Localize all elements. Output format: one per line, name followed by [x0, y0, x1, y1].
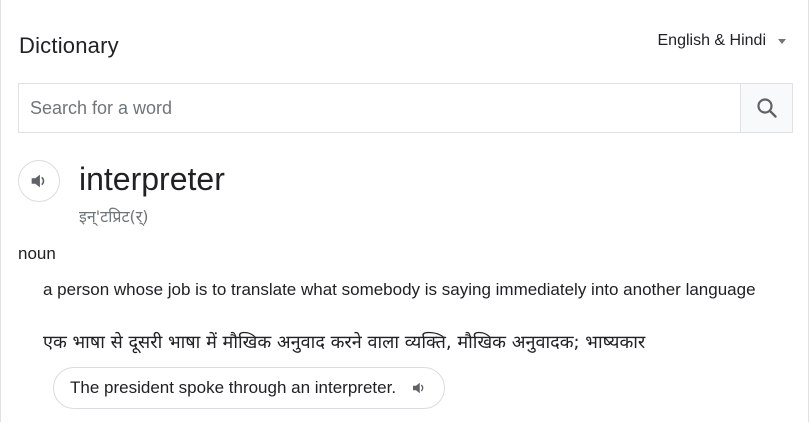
language-selector[interactable]: English & Hindi	[657, 32, 786, 50]
example-sentence: The president spoke through an interpret…	[70, 378, 397, 397]
search-input[interactable]	[19, 84, 740, 132]
headword: interpreter	[79, 161, 225, 197]
search-box	[18, 83, 793, 133]
dictionary-title: Dictionary	[19, 33, 119, 58]
example-sentence-bubble: The president spoke through an interpret…	[53, 367, 446, 409]
phonetic-spelling: इन्'टप्रिट(र्)	[79, 207, 149, 226]
search-icon	[756, 98, 777, 118]
example-pronounce-button[interactable]	[410, 379, 428, 397]
definition-english: a person whose job is to translate what …	[43, 280, 756, 299]
search-button[interactable]	[740, 84, 792, 132]
pronounce-button[interactable]	[18, 160, 60, 202]
caret-down-icon	[778, 38, 786, 44]
language-label: English & Hindi	[657, 32, 767, 49]
part-of-speech: noun	[18, 244, 56, 263]
speaker-icon	[413, 382, 424, 394]
dictionary-card: Dictionary English & Hindi interpreter इ…	[0, 0, 809, 422]
speaker-icon	[31, 174, 45, 188]
definition-hindi: एक भाषा से दूसरी भाषा में मौखिक अनुवाद क…	[43, 332, 646, 353]
